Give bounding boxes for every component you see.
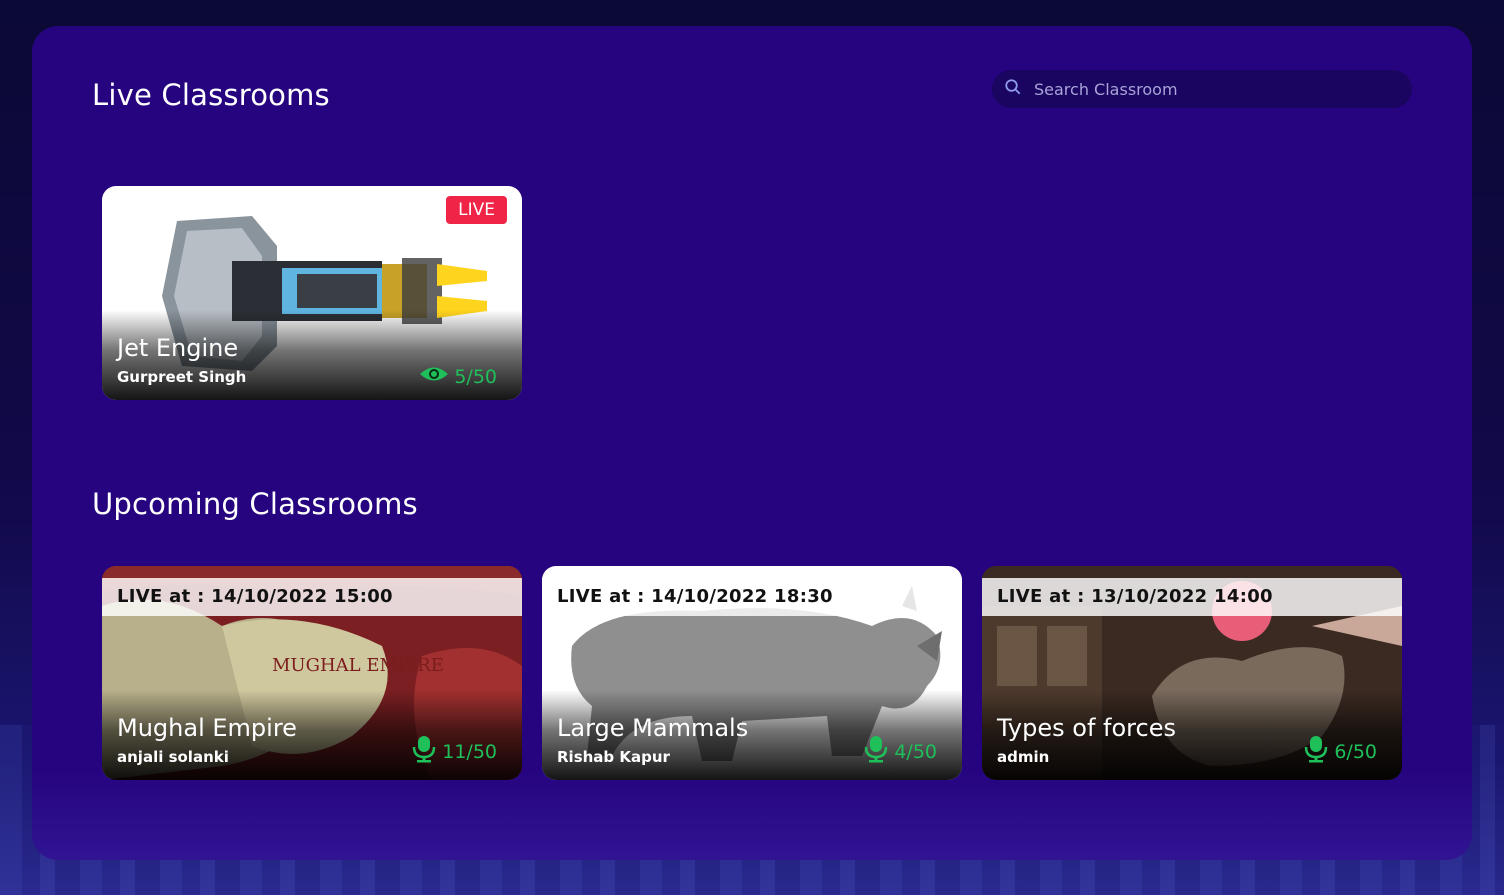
microphone-icon [863,735,889,768]
teacher-name: admin [997,748,1050,766]
schedule-banner: LIVE at : 13/10/2022 14:00 [982,578,1402,616]
live-classroom-card[interactable]: LIVE Jet Engine Gurpreet Singh 5/50 [102,186,522,400]
live-classrooms-heading: Live Classrooms [92,78,330,112]
search-icon [1004,78,1022,100]
microphone-icon [1303,735,1329,768]
upcoming-classroom-card[interactable]: LIVE at : 13/10/2022 14:00 Types of forc… [982,566,1402,780]
seat-count: 4/50 [863,735,937,768]
classrooms-panel: Live Classrooms Search Classroom LIVE Je… [32,26,1472,860]
search-input[interactable] [1034,79,1394,99]
search-bar[interactable] [992,70,1412,108]
classroom-title: Large Mammals [557,714,749,742]
seat-count: 11/50 [411,735,497,768]
upcoming-classroom-card[interactable]: LIVE at : 14/10/2022 18:30 Large Mammals… [542,566,962,780]
schedule-banner: LIVE at : 14/10/2022 18:30 [542,578,962,616]
teacher-name: Gurpreet Singh [117,368,247,386]
upcoming-classroom-card[interactable]: MUGHAL EMPIRE LIVE at : 14/10/2022 15:00… [102,566,522,780]
schedule-banner: LIVE at : 14/10/2022 15:00 [102,578,522,616]
classroom-title: Types of forces [997,714,1176,742]
live-badge: LIVE [446,196,507,224]
classroom-title: Jet Engine [117,334,239,362]
viewer-count: 5/50 [419,365,497,388]
classroom-title: Mughal Empire [117,714,297,742]
seat-count: 6/50 [1303,735,1377,768]
teacher-name: anjali solanki [117,748,229,766]
svg-text:MUGHAL EMPIRE: MUGHAL EMPIRE [272,655,444,676]
microphone-icon [411,735,437,768]
teacher-name: Rishab Kapur [557,748,670,766]
eye-icon [419,365,449,388]
upcoming-classrooms-heading: Upcoming Classrooms [92,487,418,521]
